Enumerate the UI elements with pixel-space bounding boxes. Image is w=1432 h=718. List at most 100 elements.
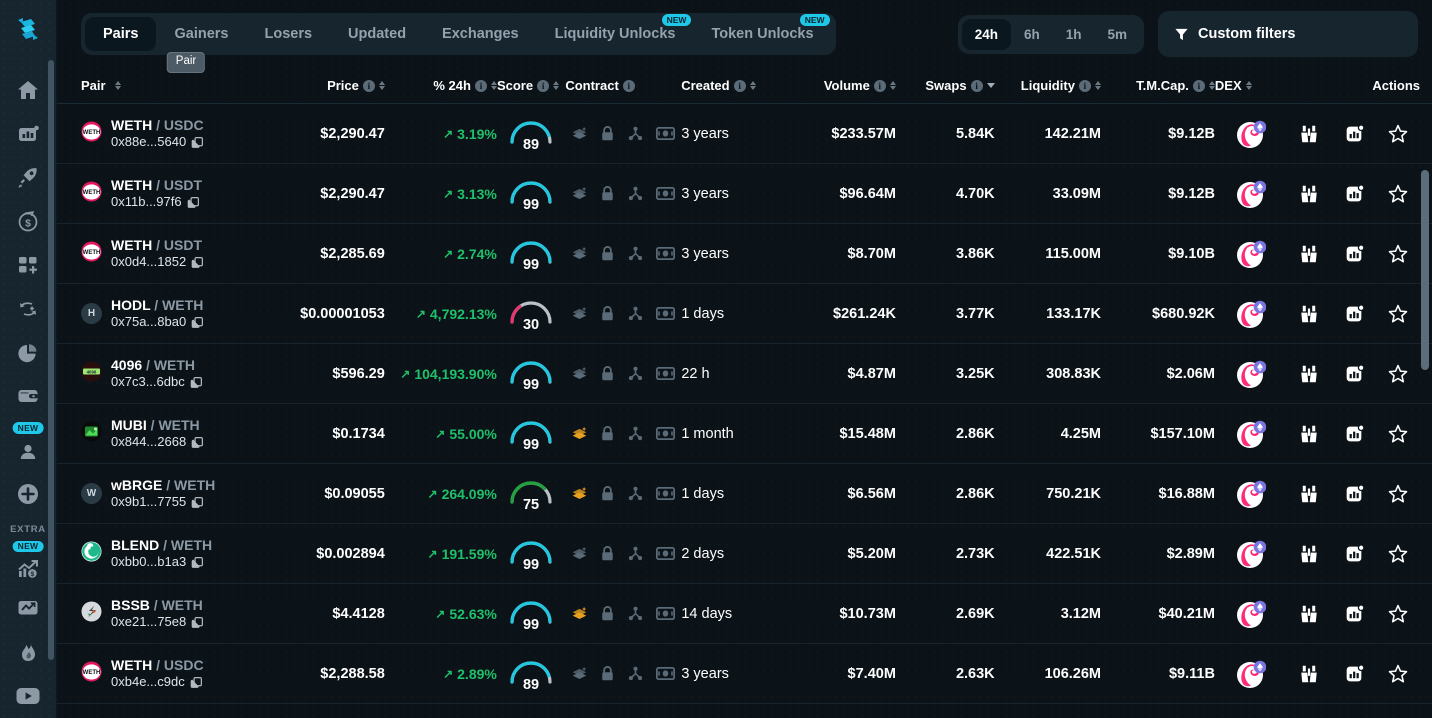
cell-dex[interactable]: [1215, 419, 1287, 449]
layers-audit-icon[interactable]: [571, 365, 588, 382]
star-icon[interactable]: [1387, 243, 1409, 265]
binoculars-icon[interactable]: [1298, 423, 1320, 445]
cell-dex[interactable]: [1215, 659, 1287, 689]
table-row[interactable]: WETH WETH / USDC 0x88e...5640 $2,290.47 …: [57, 104, 1432, 164]
money-bill-icon[interactable]: [656, 426, 676, 441]
info-icon[interactable]: i: [537, 79, 550, 92]
dex-logo-uniswap[interactable]: [1236, 179, 1267, 209]
binoculars-icon[interactable]: [1298, 603, 1320, 625]
cell-actions[interactable]: [1287, 543, 1420, 565]
chart-bars-icon[interactable]: [1343, 303, 1365, 325]
money-bill-icon[interactable]: [656, 126, 676, 141]
layers-audit-icon[interactable]: [571, 245, 588, 262]
info-icon[interactable]: i: [1192, 79, 1205, 92]
table-row[interactable]: H HODL / WETH 0x75a...8ba0 $0.00001053 ↗…: [57, 284, 1432, 344]
binoculars-icon[interactable]: [1298, 663, 1320, 685]
lock-icon[interactable]: [600, 125, 615, 142]
binoculars-icon[interactable]: [1298, 123, 1320, 145]
chart-bars-icon[interactable]: [1343, 423, 1365, 445]
cell-actions[interactable]: [1287, 123, 1420, 145]
column-header-price[interactable]: Price i: [282, 78, 385, 93]
layers-audit-icon[interactable]: [571, 125, 588, 142]
tab-gainers[interactable]: Gainers: [156, 17, 246, 51]
custom-filters-button[interactable]: Custom filters: [1158, 11, 1418, 57]
cell-actions[interactable]: [1287, 243, 1420, 265]
chevron-down-icon[interactable]: [986, 83, 995, 88]
lock-icon[interactable]: [600, 305, 615, 322]
star-icon[interactable]: [1387, 183, 1409, 205]
cell-pair[interactable]: WETH WETH / USDT 0x0d4...1852: [81, 237, 282, 271]
column-header-volume[interactable]: Volume i: [788, 78, 896, 93]
star-icon[interactable]: [1387, 603, 1409, 625]
cell-actions[interactable]: [1287, 183, 1420, 205]
layers-audit-icon[interactable]: [571, 545, 588, 562]
copy-icon[interactable]: [191, 316, 204, 329]
dex-logo-uniswap[interactable]: [1236, 119, 1267, 149]
table-row[interactable]: BSSB / WETH 0xe21...75e8 $4.4128 ↗ 52.63%…: [57, 584, 1432, 644]
chart-bars-icon[interactable]: [1343, 363, 1365, 385]
sort-icon[interactable]: [553, 81, 560, 90]
cell-pair[interactable]: WETH WETH / USDC 0x88e...5640: [81, 117, 282, 151]
sidebar-item-monitor[interactable]: [6, 587, 50, 631]
star-icon[interactable]: [1387, 303, 1409, 325]
sidebar-item-apps[interactable]: [6, 243, 50, 287]
sort-icon[interactable]: [378, 81, 385, 90]
cell-dex[interactable]: [1215, 179, 1287, 209]
info-icon[interactable]: i: [622, 79, 635, 92]
table-row[interactable]: W wBRGE / WETH 0x9b1...7755 $0.09055 ↗ 26…: [57, 464, 1432, 524]
star-icon[interactable]: [1387, 483, 1409, 505]
lock-icon[interactable]: [600, 665, 615, 682]
cell-dex[interactable]: [1215, 599, 1287, 629]
info-icon[interactable]: i: [733, 79, 746, 92]
money-bill-icon[interactable]: [656, 486, 676, 501]
money-bill-icon[interactable]: [656, 246, 676, 261]
sidebar-item-trending-earnings[interactable]: NEW $: [6, 540, 50, 587]
sort-icon[interactable]: [1094, 81, 1101, 90]
sort-icon[interactable]: [114, 81, 121, 90]
table-row[interactable]: WETH WETH / USDC 0xb4e...c9dc $2,288.58 …: [57, 644, 1432, 704]
cell-pair[interactable]: WETH WETH / USDT 0x11b...97f6: [81, 177, 282, 211]
dex-logo-uniswap[interactable]: [1236, 539, 1267, 569]
cell-dex[interactable]: [1215, 299, 1287, 329]
cell-dex[interactable]: [1215, 359, 1287, 389]
lock-icon[interactable]: [600, 185, 615, 202]
cell-actions[interactable]: [1287, 663, 1420, 685]
info-icon[interactable]: i: [873, 79, 886, 92]
page-scrollbar[interactable]: [1421, 170, 1429, 370]
money-bill-icon[interactable]: [656, 306, 676, 321]
tab-exchanges[interactable]: Exchanges: [424, 17, 537, 51]
column-header-tmcap[interactable]: T.M.Cap. i: [1101, 78, 1215, 93]
column-header-contract[interactable]: Contract i: [565, 78, 681, 93]
tab-liquidity-unlocks[interactable]: NEW Liquidity Unlocks: [537, 14, 694, 51]
info-icon[interactable]: i: [474, 79, 487, 92]
cell-actions[interactable]: [1287, 303, 1420, 325]
layers-audit-icon[interactable]: [571, 485, 588, 502]
table-row[interactable]: WETH WETH / USDT 0x0d4...1852 $2,285.69 …: [57, 224, 1432, 284]
copy-icon[interactable]: [191, 496, 204, 509]
star-icon[interactable]: [1387, 543, 1409, 565]
share-nodes-icon[interactable]: [627, 245, 644, 262]
sidebar-item-video[interactable]: [6, 674, 50, 718]
info-icon[interactable]: i: [1078, 79, 1091, 92]
cell-dex[interactable]: [1215, 119, 1287, 149]
copy-icon[interactable]: [187, 196, 200, 209]
sidebar-item-wallet[interactable]: [6, 374, 50, 418]
sort-icon[interactable]: [490, 81, 497, 90]
binoculars-icon[interactable]: [1298, 543, 1320, 565]
sort-icon[interactable]: [889, 81, 896, 90]
layers-audit-icon[interactable]: [571, 605, 588, 622]
tab-losers[interactable]: Losers: [246, 17, 330, 51]
layers-audit-icon[interactable]: [571, 425, 588, 442]
cell-dex[interactable]: [1215, 539, 1287, 569]
cell-actions[interactable]: [1287, 483, 1420, 505]
money-bill-icon[interactable]: [656, 366, 676, 381]
copy-icon[interactable]: [191, 136, 204, 149]
copy-icon[interactable]: [190, 676, 203, 689]
lock-icon[interactable]: [600, 485, 615, 502]
chart-bars-icon[interactable]: [1343, 483, 1365, 505]
share-nodes-icon[interactable]: [627, 485, 644, 502]
sidebar-item-add[interactable]: [6, 472, 50, 516]
cell-dex[interactable]: [1215, 479, 1287, 509]
money-bill-icon[interactable]: [656, 666, 676, 681]
sidebar-item-analytics[interactable]: [6, 112, 50, 156]
